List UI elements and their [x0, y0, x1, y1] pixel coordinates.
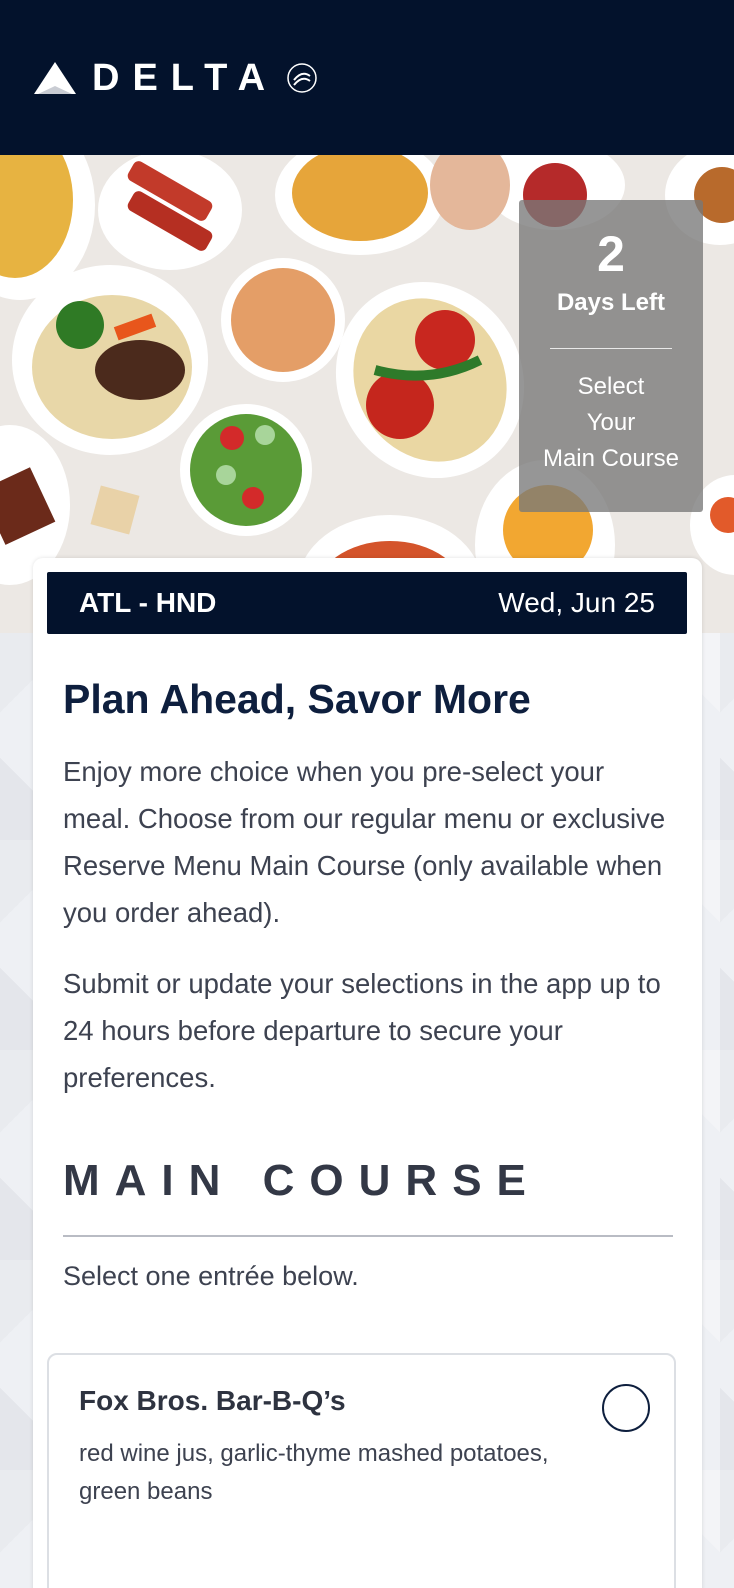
flight-date: Wed, Jun 25	[498, 587, 655, 618]
days-left-label: Days Left	[556, 289, 666, 316]
days-left-badge[interactable]: 2 Days Left Select Your Main Course	[519, 200, 703, 512]
main-course-instruction: Select one entrée below.	[63, 1261, 359, 1291]
cta-line-2: Your	[586, 409, 636, 436]
days-left-count: 2	[597, 226, 625, 282]
flight-route: ATL - HND	[79, 587, 217, 618]
flight-info-bar: ATL - HND Wed, Jun 25	[47, 572, 687, 634]
entree-option-card[interactable]: Fox Bros. Bar-B-Q’s red wine jus, garlic…	[47, 1353, 676, 1588]
entree-name: Fox Bros. Bar-B-Q’s	[79, 1385, 346, 1416]
app-header: DELTA	[0, 0, 734, 155]
intro-paragraph: Enjoy more choice when you pre-select yo…	[63, 756, 666, 928]
cta-line-1: Select	[577, 373, 645, 400]
delta-logo: DELTA	[32, 58, 322, 98]
entree-radio-button[interactable]	[602, 1384, 650, 1432]
select-main-course-cta: Select Your Main Course	[519, 369, 703, 477]
skyteam-icon	[287, 63, 317, 93]
main-course-heading: MAIN COURSE	[63, 1156, 541, 1205]
page-title: Plan Ahead, Savor More	[63, 676, 531, 722]
entree-description: red wine jus, garlic-thyme mashed potato…	[79, 1440, 549, 1505]
deadline-paragraph: Submit or update your selections in the …	[63, 968, 661, 1093]
meal-selection-card: ATL - HND Wed, Jun 25 Plan Ahead, Savor …	[33, 558, 702, 1588]
delta-widget-icon	[34, 62, 76, 94]
cta-line-3: Main Course	[542, 445, 680, 472]
section-divider	[63, 1235, 673, 1237]
brand-wordmark: DELTA	[92, 57, 279, 99]
badge-divider	[550, 348, 672, 349]
